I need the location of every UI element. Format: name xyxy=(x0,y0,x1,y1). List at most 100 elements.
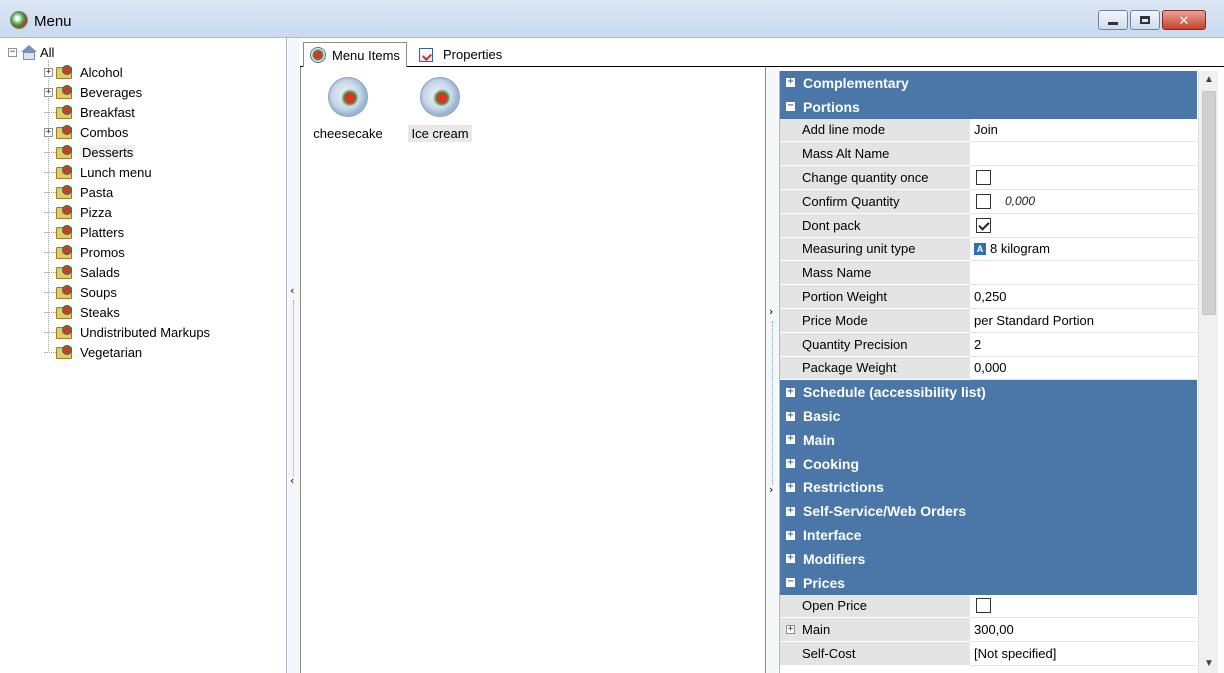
prop-open-price[interactable]: Open Price xyxy=(780,594,1197,619)
prop-value[interactable]: 0,250 xyxy=(970,285,1197,309)
category-label: Modifiers xyxy=(803,550,866,567)
tree-item-lunch-menu[interactable]: Lunch menu xyxy=(44,162,152,182)
category-cooking[interactable]: + Cooking xyxy=(780,451,1197,476)
category-basic[interactable]: + Basic xyxy=(780,404,1197,428)
left-splitter[interactable]: ‹ ‹ xyxy=(288,38,300,673)
scroll-thumb[interactable] xyxy=(1202,91,1216,315)
prop-measuring-unit-type[interactable]: Measuring unit type A 8 kilogram xyxy=(780,237,1197,262)
tree-root-all[interactable]: − All xyxy=(8,42,54,62)
expand-icon[interactable]: + xyxy=(44,127,53,137)
expand-icon[interactable]: + xyxy=(786,434,795,445)
category-portions[interactable]: − Portions xyxy=(780,94,1197,119)
category-self-service[interactable]: + Self-Service/Web Orders xyxy=(780,499,1197,524)
expand-icon[interactable]: + xyxy=(786,481,795,492)
open-price-checkbox[interactable] xyxy=(976,598,991,614)
expand-icon[interactable]: + xyxy=(786,458,795,469)
tree-item-steaks[interactable]: Steaks xyxy=(44,302,120,322)
property-grid-scrollbar[interactable]: ▲ ▼ xyxy=(1198,71,1218,673)
tab-properties[interactable]: Properties xyxy=(413,42,508,67)
prop-value[interactable]: per Standard Portion xyxy=(970,309,1197,333)
dish-icon xyxy=(328,77,368,117)
expand-icon[interactable]: + xyxy=(786,77,795,88)
prop-price-main[interactable]: + Main 300,00 xyxy=(780,618,1197,643)
tree-item-label: Desserts xyxy=(80,144,136,160)
menu-item-cheesecake[interactable]: cheesecake xyxy=(306,77,390,142)
category-label: Prices xyxy=(803,574,846,591)
prop-package-weight[interactable]: Package Weight 0,000 xyxy=(780,356,1197,381)
collapse-icon[interactable]: − xyxy=(8,47,17,57)
scroll-up-icon[interactable]: ▲ xyxy=(1199,71,1219,89)
category-modifiers[interactable]: + Modifiers xyxy=(780,547,1197,571)
tree-item-promos[interactable]: Promos xyxy=(44,242,125,262)
category-tree-panel[interactable]: − All + Alcohol + Beverages Breakfast + … xyxy=(0,38,287,673)
prop-value[interactable] xyxy=(970,261,1197,286)
prop-change-quantity-once[interactable]: Change quantity once xyxy=(780,166,1197,190)
prop-value[interactable]: 300,00 xyxy=(970,618,1197,643)
expand-icon[interactable]: + xyxy=(786,553,795,564)
prop-value[interactable]: [Not specified] xyxy=(970,642,1197,666)
tree-item-salads[interactable]: Salads xyxy=(44,262,120,282)
dont-pack-checkbox[interactable] xyxy=(976,217,991,233)
right-splitter[interactable]: › › xyxy=(767,67,778,673)
tree-item-label: Promos xyxy=(80,244,125,260)
prop-quantity-precision[interactable]: Quantity Precision 2 xyxy=(780,332,1197,357)
confirm-quantity-value[interactable]: 0,000 xyxy=(1005,194,1035,208)
confirm-quantity-checkbox[interactable] xyxy=(976,193,991,209)
tree-item-desserts[interactable]: Desserts xyxy=(44,142,136,162)
expand-icon[interactable]: + xyxy=(44,87,53,97)
tree-item-beverages[interactable]: + Beverages xyxy=(44,82,142,102)
prop-value[interactable]: Join xyxy=(970,119,1197,143)
minimize-button[interactable] xyxy=(1098,10,1128,30)
collapse-left-icon[interactable]: ‹ xyxy=(290,284,294,297)
menu-items-view[interactable]: cheesecake Ice cream xyxy=(300,67,766,673)
menu-item-ice-cream[interactable]: Ice cream xyxy=(398,77,482,142)
prop-mass-name[interactable]: Mass Name xyxy=(780,261,1197,286)
prop-value[interactable]: 2 xyxy=(970,333,1197,357)
collapse-icon[interactable]: − xyxy=(786,101,795,112)
collapse-icon[interactable]: − xyxy=(786,577,795,588)
expand-icon[interactable]: + xyxy=(786,505,795,516)
scroll-down-icon[interactable]: ▼ xyxy=(1199,655,1219,673)
prop-self-cost[interactable]: Self-Cost [Not specified] xyxy=(780,642,1197,666)
tab-menu-items[interactable]: Menu Items xyxy=(303,42,407,68)
home-icon xyxy=(20,44,38,60)
maximize-button[interactable] xyxy=(1130,10,1160,30)
tree-item-soups[interactable]: Soups xyxy=(44,282,117,302)
prop-value[interactable]: A 8 kilogram xyxy=(970,238,1197,262)
prop-confirm-quantity[interactable]: Confirm Quantity 0,000 xyxy=(780,190,1197,214)
category-restrictions[interactable]: + Restrictions xyxy=(780,475,1197,500)
tree-item-breakfast[interactable]: Breakfast xyxy=(44,102,135,122)
prop-add-line-mode[interactable]: Add line mode Join xyxy=(780,118,1197,143)
tree-item-combos[interactable]: + Combos xyxy=(44,122,128,142)
expand-icon[interactable]: + xyxy=(786,410,795,421)
tree-item-undistributed-markups[interactable]: Undistributed Markups xyxy=(44,322,210,342)
collapse-right-icon[interactable]: › xyxy=(769,305,773,318)
category-schedule[interactable]: + Schedule (accessibility list) xyxy=(780,380,1197,405)
expand-icon[interactable]: + xyxy=(44,67,53,77)
prop-dont-pack[interactable]: Dont pack xyxy=(780,213,1197,238)
collapse-right-icon[interactable]: › xyxy=(769,483,773,496)
prop-mass-alt-name[interactable]: Mass Alt Name xyxy=(780,142,1197,167)
prop-name: Dont pack xyxy=(780,213,970,238)
tree-item-pizza[interactable]: Pizza xyxy=(44,202,112,222)
prop-price-mode[interactable]: Price Mode per Standard Portion xyxy=(780,309,1197,333)
change-quantity-once-checkbox[interactable] xyxy=(976,170,991,186)
category-prices[interactable]: − Prices xyxy=(780,570,1197,595)
expand-icon[interactable]: + xyxy=(786,529,795,540)
collapse-left-icon[interactable]: ‹ xyxy=(290,474,294,487)
prop-portion-weight[interactable]: Portion Weight 0,250 xyxy=(780,285,1197,309)
prop-value[interactable]: 0,000 xyxy=(970,357,1197,381)
expand-icon[interactable]: + xyxy=(786,386,795,397)
dish-icon xyxy=(420,77,460,117)
tree-item-alcohol[interactable]: + Alcohol xyxy=(44,62,123,82)
expand-icon[interactable]: + xyxy=(786,625,795,635)
tree-item-platters[interactable]: Platters xyxy=(44,222,124,242)
property-grid[interactable]: + Complementary − Portions Add line mode… xyxy=(779,71,1198,673)
close-button[interactable]: ✕ xyxy=(1162,10,1206,30)
prop-value[interactable] xyxy=(970,142,1197,167)
tree-item-vegetarian[interactable]: Vegetarian xyxy=(44,342,142,362)
category-main[interactable]: + Main xyxy=(780,428,1197,452)
category-complementary[interactable]: + Complementary xyxy=(780,71,1197,95)
category-interface[interactable]: + Interface xyxy=(780,523,1197,547)
tree-item-pasta[interactable]: Pasta xyxy=(44,182,113,202)
